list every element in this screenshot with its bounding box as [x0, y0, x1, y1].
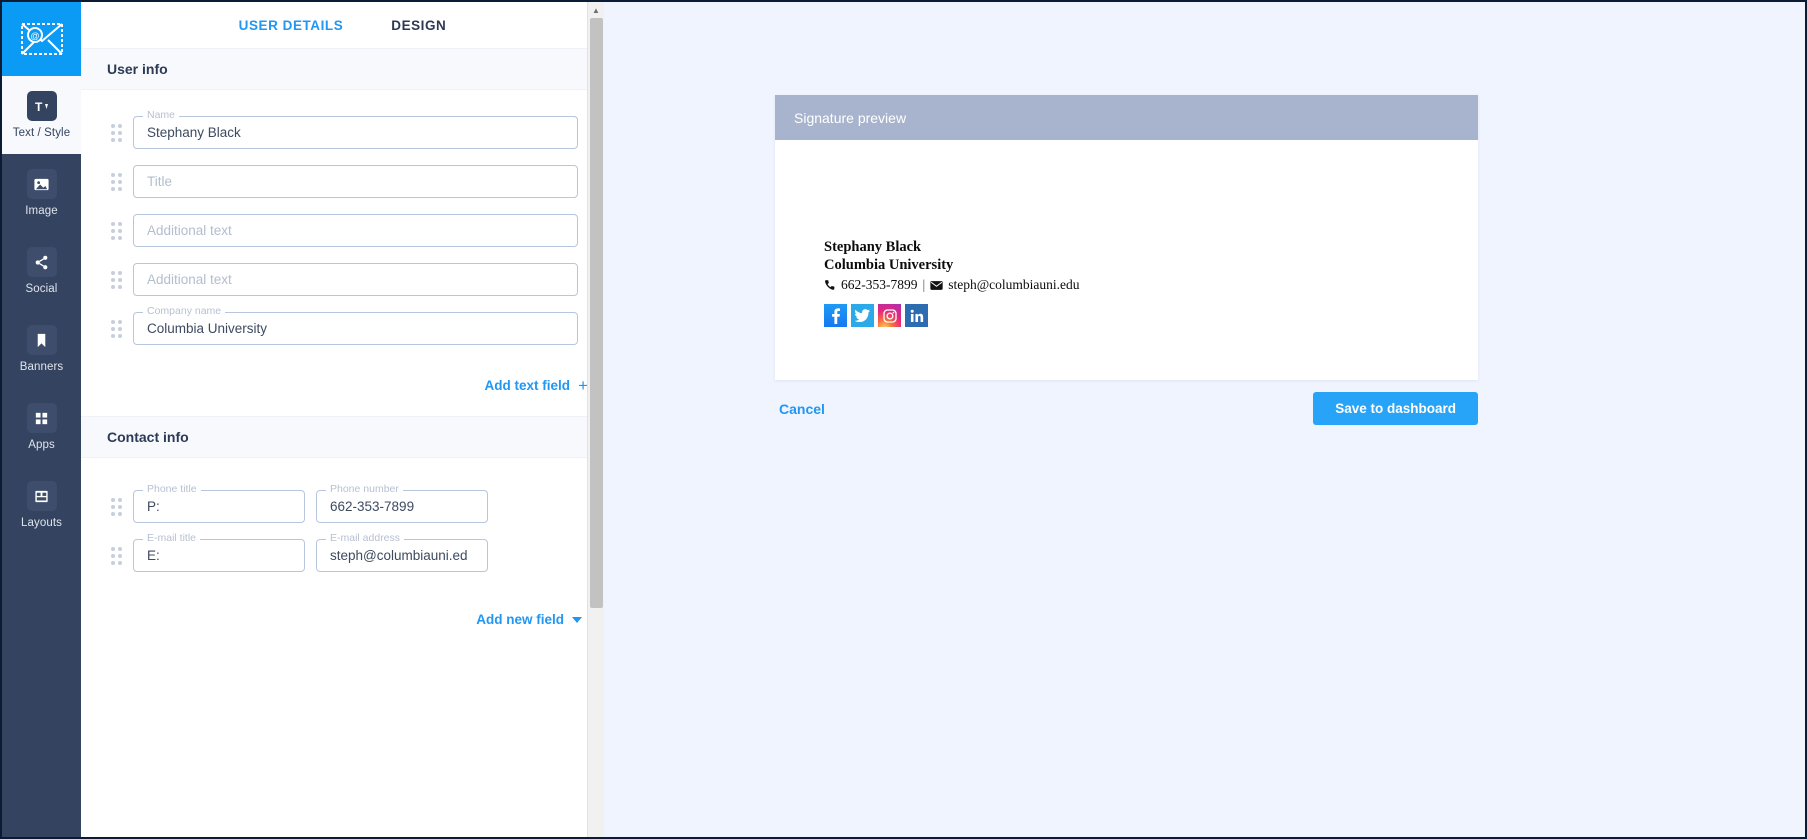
- title-field-placeholder[interactable]: Title: [133, 165, 578, 198]
- company-name-field[interactable]: Company name Columbia University: [133, 305, 578, 345]
- email-address-field[interactable]: E-mail address steph@columbiauni.ed: [316, 532, 488, 572]
- preview-action-row: Cancel Save to dashboard: [775, 392, 1478, 425]
- sidebar-item-social[interactable]: Social: [2, 232, 81, 310]
- name-field-value[interactable]: Stephany Black: [133, 116, 578, 149]
- drag-handle-icon[interactable]: [107, 319, 133, 338]
- layouts-icon: [26, 481, 57, 511]
- sidebar-item-label: Apps: [28, 439, 55, 451]
- phone-number-field[interactable]: Phone number 662-353-7899: [316, 483, 488, 523]
- title-field[interactable]: Title: [133, 165, 578, 198]
- contact-info-fields: Phone title P: Phone number 662-353-7899…: [81, 458, 604, 598]
- linkedin-icon[interactable]: [905, 304, 928, 327]
- contact-info-section-title: Contact info: [81, 416, 604, 458]
- additional-text-placeholder-2[interactable]: Additional text: [133, 263, 578, 296]
- share-icon: [26, 247, 57, 277]
- envelope-at-icon: @: [20, 23, 63, 55]
- add-new-field-label: Add new field: [476, 612, 564, 627]
- add-new-field-button[interactable]: Add new field: [476, 612, 582, 627]
- image-icon: [26, 169, 57, 199]
- field-row-name: Name Stephany Black: [107, 109, 578, 149]
- signature-editor-app: @ T Text / Style Image Social Banners Ap…: [0, 0, 1807, 839]
- svg-text:T: T: [35, 100, 43, 114]
- envelope-icon: [930, 280, 943, 290]
- drag-handle-icon[interactable]: [107, 221, 133, 240]
- sidebar-item-label: Text / Style: [12, 127, 71, 139]
- additional-text-field-1[interactable]: Additional text: [133, 214, 578, 247]
- user-info-fields: Name Stephany Black Title Additional tex…: [81, 90, 604, 371]
- field-row-additional-text-1: Additional text: [107, 214, 578, 247]
- signature-email: steph@columbiauni.edu: [948, 277, 1080, 292]
- phone-icon: [825, 280, 835, 290]
- field-row-additional-text-2: Additional text: [107, 263, 578, 296]
- field-row-title: Title: [107, 165, 578, 198]
- email-title-field[interactable]: E-mail title E:: [133, 532, 305, 572]
- sidebar-item-layouts[interactable]: Layouts: [2, 466, 81, 544]
- editor-scrollbar[interactable]: ▲: [587, 2, 604, 837]
- phone-title-field[interactable]: Phone title P:: [133, 483, 305, 523]
- app-logo[interactable]: @: [2, 2, 81, 76]
- signature-social-row: [824, 304, 1478, 327]
- left-nav-rail: @ T Text / Style Image Social Banners Ap…: [2, 2, 81, 837]
- grid-apps-icon: [26, 403, 57, 433]
- signature-separator: |: [922, 277, 926, 292]
- field-row-email: E-mail title E: E-mail address steph@col…: [107, 532, 578, 572]
- instagram-icon[interactable]: [878, 304, 901, 327]
- sidebar-item-text-style[interactable]: T Text / Style: [2, 76, 81, 154]
- drag-handle-icon[interactable]: [107, 123, 133, 142]
- signature-preview-header: Signature preview: [775, 95, 1478, 140]
- email-address-value[interactable]: steph@columbiauni.ed: [316, 539, 488, 572]
- signature-preview-body: Stephany Black Columbia University 662-3…: [775, 140, 1478, 380]
- drag-handle-icon[interactable]: [107, 270, 133, 289]
- scroll-up-arrow-icon[interactable]: ▲: [588, 2, 604, 18]
- phone-title-value[interactable]: P:: [133, 490, 305, 523]
- drag-handle-icon[interactable]: [107, 497, 133, 516]
- email-title-value[interactable]: E:: [133, 539, 305, 572]
- scrollbar-thumb[interactable]: [590, 18, 603, 608]
- signature-contact-line: 662-353-7899 | steph@columbiauni.edu: [824, 275, 1478, 295]
- save-to-dashboard-button[interactable]: Save to dashboard: [1313, 392, 1478, 425]
- sidebar-item-image[interactable]: Image: [2, 154, 81, 232]
- chevron-down-icon: [572, 616, 582, 623]
- sidebar-item-apps[interactable]: Apps: [2, 388, 81, 466]
- facebook-icon[interactable]: [824, 304, 847, 327]
- tab-design[interactable]: DESIGN: [391, 18, 446, 33]
- text-style-icon: T: [26, 91, 57, 121]
- editor-tabs: USER DETAILS DESIGN: [81, 2, 604, 48]
- sidebar-item-label: Banners: [19, 361, 64, 373]
- company-name-value[interactable]: Columbia University: [133, 312, 578, 345]
- sidebar-item-banners[interactable]: Banners: [2, 310, 81, 388]
- additional-text-placeholder-1[interactable]: Additional text: [133, 214, 578, 247]
- preview-panel: Signature preview Stephany Black Columbi…: [604, 2, 1805, 837]
- signature-company: Columbia University: [824, 257, 954, 273]
- sidebar-item-label: Social: [25, 283, 58, 295]
- sidebar-item-label: Image: [25, 205, 58, 217]
- drag-handle-icon[interactable]: [107, 546, 133, 565]
- signature-name: Stephany Black: [824, 239, 922, 255]
- user-info-section-title: User info: [81, 48, 604, 90]
- editor-panel: USER DETAILS DESIGN User info Name Steph…: [81, 2, 604, 837]
- add-text-field-row: Add text field +: [81, 371, 604, 416]
- svg-text:@: @: [30, 31, 39, 41]
- tab-user-details[interactable]: USER DETAILS: [239, 18, 344, 33]
- drag-handle-icon[interactable]: [107, 172, 133, 191]
- field-row-phone: Phone title P: Phone number 662-353-7899: [107, 483, 578, 523]
- bookmark-icon: [26, 325, 57, 355]
- cancel-button[interactable]: Cancel: [775, 395, 829, 423]
- add-new-field-row: Add new field: [81, 598, 604, 649]
- signature-phone: 662-353-7899: [841, 277, 918, 292]
- add-text-field-button[interactable]: Add text field +: [485, 377, 588, 394]
- signature-preview-card: Signature preview Stephany Black Columbi…: [775, 95, 1478, 380]
- sidebar-item-label: Layouts: [21, 517, 62, 529]
- twitter-icon[interactable]: [851, 304, 874, 327]
- name-field[interactable]: Name Stephany Black: [133, 109, 578, 149]
- additional-text-field-2[interactable]: Additional text: [133, 263, 578, 296]
- phone-number-value[interactable]: 662-353-7899: [316, 490, 488, 523]
- field-row-company-name: Company name Columbia University: [107, 305, 578, 345]
- add-text-field-label: Add text field: [484, 378, 571, 393]
